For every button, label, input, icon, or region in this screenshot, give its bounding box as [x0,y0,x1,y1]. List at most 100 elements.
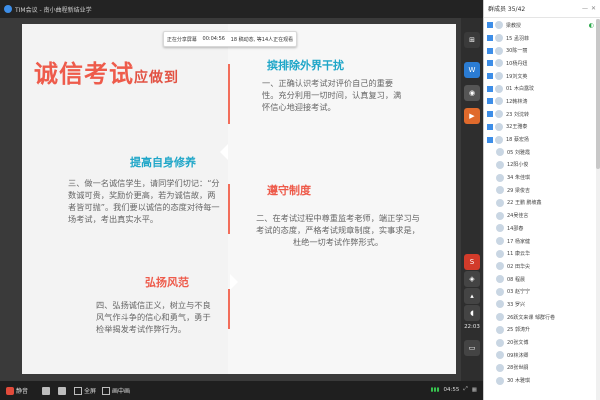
participant-row[interactable]: 05 刘雅霞 [484,146,596,159]
member-count: 群成员 35/42 [488,6,526,13]
participant-row[interactable]: 30 木雅琪 [484,374,596,387]
volume-icon[interactable]: ◖ [464,305,480,321]
participant-row[interactable]: 14邵春 [484,222,596,235]
participant-row[interactable]: 23 刘沈转 [484,108,596,121]
participant-name: 01 木白露玟 [506,86,534,93]
participant-list[interactable]: 梁教授 ◐ 15 孟羽菲 30陈一丽 10杨丹妞 19刘文英 01 木白露玟 12韩林涛 23 … [484,19,596,387]
participant-row[interactable]: 24吴佳言 [484,209,596,222]
share-status: 正在分享屏幕 [166,36,197,43]
participant-row[interactable]: 29 梁俊吉 [484,184,596,197]
participant-name: 18 蔡宏扬 [506,137,529,144]
participant-name: 08 程晨 [507,276,525,283]
participant-row[interactable]: 25 郭涛升 [484,324,596,337]
bottom-control-bar: 静音 全屏 画中画 ▮▮▮ 04:55 ⤢ ▦ [0,381,483,400]
participant-row[interactable]: 28张世嗣 [484,362,596,375]
avatar [495,110,503,119]
avatar [495,122,503,131]
participant-row[interactable]: 01 木白露玟 [484,82,596,95]
participant-row[interactable]: 11 康云华 [484,247,596,260]
participant-name: 12韩林涛 [506,98,528,105]
participant-name: 25 郭涛升 [507,327,530,334]
participant-row[interactable]: 12韩林涛 [484,95,596,108]
avatar [496,287,504,296]
participant-name: 14邵春 [507,225,524,232]
participant-row[interactable]: 03 赵宁宁 [484,285,596,298]
participant-name: 05 刘雅霞 [507,149,530,156]
participant-row[interactable]: 30陈一丽 [484,44,596,57]
participant-row[interactable]: 02 田华尖 [484,260,596,273]
pip-button[interactable]: 画中画 [102,386,130,395]
participant-row[interactable]: 22 王鹏 鹏坡鑫 [484,197,596,210]
section-text: 四、弘扬诚信正义，树立与不良风气作斗争的信心和勇气，勇于检举揭发考试作弊行为。 [96,300,211,334]
avatar [496,338,504,347]
participant-row[interactable]: 34 朱佳琪 [484,171,596,184]
picture-in-picture-icon [102,386,111,395]
participant-row[interactable]: 08 程晨 [484,273,596,286]
person-icon [487,73,493,80]
close-icon[interactable]: ✕ [591,5,596,12]
participant-row[interactable]: 26跃文来课 邹群行卷 [484,311,596,324]
participant-row[interactable]: 18 蔡宏扬 [484,133,596,146]
volume-button[interactable] [58,386,68,395]
camera-icon [42,386,51,395]
slide-title: 诚信考试应做到 [34,60,179,88]
layout-icon[interactable]: ▦ [472,387,477,393]
shield-icon[interactable]: ◈ [464,271,480,287]
avatar [496,300,504,309]
section-text: 三、做一名诚信学生，请同学们切记：“分数诚可贵，奖励价更高，若为诚信故，两者皆可… [68,178,220,224]
camera-button[interactable] [42,386,52,395]
fullscreen-toggle-icon[interactable]: ⤢ [463,386,467,393]
participant-name: 17 杨家健 [507,238,530,245]
avatar [495,59,503,68]
participant-name: 30 木雅琪 [507,378,530,385]
person-icon [487,111,493,118]
participant-row[interactable]: 12阳小俊 [484,159,596,172]
windows-icon[interactable]: ⊞ [464,32,480,48]
person-icon [487,123,493,130]
app-logo-icon [4,5,12,13]
participant-name: 33 罗兴 [507,301,525,308]
mute-button[interactable]: 静音 [6,386,28,395]
divider-accent [228,184,230,234]
divider-accent [228,64,230,124]
media-icon[interactable]: ◉ [464,85,480,101]
panel-scrollbar[interactable] [596,19,600,400]
participant-row[interactable]: 32王雅泰 [484,121,596,134]
fullscreen-button[interactable]: 全屏 [74,386,96,395]
divider-accent [228,289,230,329]
avatar [496,376,504,385]
avatar [495,21,503,30]
participant-row[interactable]: 19刘文英 [484,70,596,83]
section-title: 弘扬风范 [145,276,189,289]
participant-row[interactable]: 20张文博 [484,336,596,349]
participant-row[interactable]: 17 杨家健 [484,235,596,248]
avatar [496,198,504,207]
avatar [496,313,504,322]
avatar [496,160,504,169]
person-icon [487,98,493,105]
participant-name: 19刘文英 [506,73,528,80]
participant-row[interactable]: 09林沐卿 [484,349,596,362]
participant-row[interactable]: 10杨丹妞 [484,57,596,70]
participant-row[interactable]: 33 罗兴 [484,298,596,311]
word-icon[interactable]: W [464,62,480,78]
section-title: 摈排除外界干扰 [267,59,344,72]
participant-name: 26跃文来课 邹群行卷 [507,314,555,321]
avatar [495,84,503,93]
participant-name: 32王雅泰 [506,124,528,131]
notification-icon[interactable]: ▭ [464,340,480,356]
fullscreen-icon [74,386,83,395]
screen-share-banner[interactable]: 正在分享屏幕 00:04:56 18 稿动态, 等14人正在观看 [163,31,297,47]
participant-row[interactable]: 梁教授 ◐ [484,19,596,32]
sogou-icon[interactable]: S [464,254,480,270]
scrollbar-thumb[interactable] [596,19,600,169]
right-tool-strip: ⊞ W ◉ ▶ S ◈ ▴ ◖ 22:03 ▭ [461,18,483,381]
person-icon [487,136,493,143]
minimize-icon[interactable]: — [582,5,588,12]
network-icon[interactable]: ▴ [464,288,480,304]
participant-row[interactable]: 15 孟羽菲 [484,32,596,45]
person-icon [487,85,493,92]
presentation-icon[interactable]: ▶ [464,108,480,124]
avatar [495,72,503,81]
participant-name: 11 康云华 [507,251,530,258]
